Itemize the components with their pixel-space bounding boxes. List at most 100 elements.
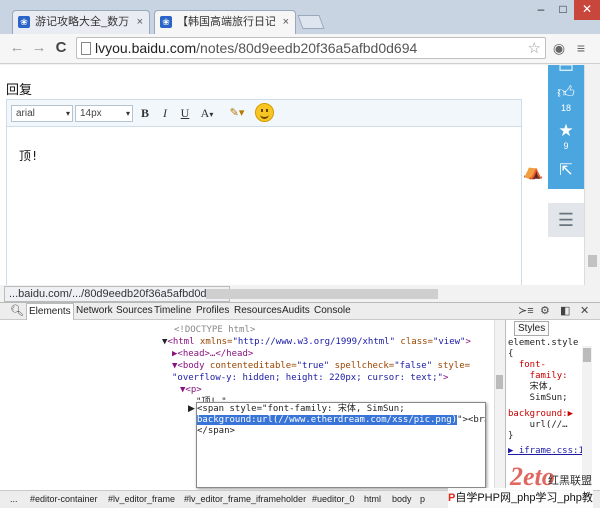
tab-travel-guides[interactable]: ❀ 游记攻略大全_数万精彩旅 × — [12, 10, 150, 34]
browser-window: ❀ 游记攻略大全_数万精彩旅 × ❀ 【韩国高端旅行日记】好 × – □ ✕ ←… — [0, 0, 600, 508]
url-text[interactable]: lvyou.baidu.com/notes/80d9eedb20f36a5afb… — [95, 40, 417, 56]
html-edit-box[interactable]: <span style="font-family: 宋体, SimSun; ba… — [196, 402, 486, 488]
tab-strip: ❀ 游记攻略大全_数万精彩旅 × ❀ 【韩国高端旅行日记】好 × – □ ✕ — [0, 0, 600, 34]
editor-text: 顶! — [19, 149, 39, 163]
scrollbar-thumb[interactable] — [583, 348, 591, 362]
breadcrumb-item[interactable]: body — [392, 491, 412, 507]
style-brace: { — [508, 349, 514, 359]
chevron-down-icon: ▾ — [65, 109, 70, 118]
paw-favicon-icon: ❀ — [160, 16, 172, 28]
breadcrumb-item[interactable]: #lv_editor_frame — [108, 491, 175, 507]
style-prop-background[interactable]: background:▶ — [508, 409, 573, 420]
compass-icon[interactable]: ⛺ — [523, 162, 543, 182]
tab-close-icon[interactable]: × — [283, 11, 289, 33]
dom-line-doctype[interactable]: <!DOCTYPE html> — [174, 325, 255, 336]
horizontal-scrollbar[interactable] — [206, 289, 438, 299]
stylesheet-link[interactable]: ▶ iframe.css:1 — [508, 446, 584, 457]
console-drawer-icon[interactable]: ≻≡ — [518, 304, 534, 318]
breadcrumb-item[interactable]: #lv_editor_frame_iframeholder — [184, 491, 306, 507]
globe-icon[interactable]: ◉ — [550, 39, 568, 57]
chevron-down-icon: ▾ — [125, 109, 130, 118]
style-prop-font[interactable]: font- — [508, 360, 546, 371]
favorite-button[interactable]: ★ 9 — [548, 117, 584, 155]
back-button[interactable]: ← — [8, 38, 26, 58]
close-window-button[interactable]: ✕ — [574, 0, 600, 20]
tab-audits[interactable]: Audits — [282, 303, 310, 320]
dom-line-p[interactable]: ▼<p> — [180, 385, 202, 396]
editor-toolbar: arial ▾ 14px ▾ B I U A▾ ✎▾ — [6, 99, 522, 127]
tab-network[interactable]: Network — [76, 303, 113, 320]
tab-console[interactable]: Console — [314, 303, 351, 320]
tab-styles[interactable]: Styles — [514, 321, 550, 336]
like-button[interactable]: 👍︎ 18 — [548, 79, 584, 117]
tab-korea-travel-diary[interactable]: ❀ 【韩国高端旅行日记】好 × — [154, 10, 296, 34]
style-value[interactable]: 宋体, — [508, 382, 553, 393]
breadcrumb-item[interactable]: #ueditor_0 — [312, 491, 355, 507]
scrollbar-thumb[interactable] — [588, 255, 597, 267]
browser-toolbar: ← → C lvyou.baidu.com/notes/80d9eedb20f3… — [0, 34, 600, 64]
paw-favicon-icon: ❀ — [18, 16, 30, 28]
minimize-button[interactable]: – — [530, 0, 552, 20]
dom-line-html[interactable]: ▼<html xmlns="http://www.w3.org/1999/xht… — [162, 337, 471, 348]
font-color-button[interactable]: A▾ — [199, 105, 215, 122]
breadcrumb-item[interactable]: p — [420, 491, 425, 507]
styles-scrollbar[interactable] — [582, 346, 592, 486]
bold-button[interactable]: B — [137, 105, 153, 122]
forward-button[interactable]: → — [30, 38, 48, 58]
tab-profiles[interactable]: Profiles — [196, 303, 229, 320]
edit-line-span[interactable]: <span style="font-family: 宋体, SimSun; — [197, 404, 405, 415]
emoji-smiley-icon[interactable] — [255, 103, 274, 122]
reply-label: 回复 — [6, 82, 33, 97]
tab-elements[interactable]: Elements — [26, 303, 74, 320]
tab-title: 游记攻略大全_数万精彩旅 — [35, 16, 129, 28]
share-button[interactable]: ⇱ — [548, 155, 584, 187]
style-brace: } — [508, 431, 514, 441]
new-tab-button[interactable] — [297, 15, 325, 29]
scrollbar-thumb[interactable] — [496, 375, 503, 389]
tab-sources[interactable]: Sources — [116, 303, 153, 320]
thumbs-up-icon: 👍︎ — [557, 83, 575, 102]
breadcrumb-item[interactable]: ... — [10, 491, 18, 507]
dom-line-head[interactable]: ▶<head>…</head> — [172, 349, 253, 360]
edit-line-span-close[interactable]: </span> — [197, 426, 235, 437]
close-icon[interactable]: ✕ — [580, 304, 589, 318]
reload-button[interactable]: C — [52, 38, 70, 58]
style-value[interactable]: url(//… — [508, 420, 568, 431]
dom-line-body-style[interactable]: "overflow-y: hidden; height: 220px; curs… — [172, 373, 448, 384]
watermark-brand: 红黑联盟 — [548, 475, 592, 487]
font-family-select[interactable]: arial ▾ — [11, 105, 73, 122]
expand-arrow-icon[interactable]: ▶ — [188, 403, 195, 414]
style-selector: element.style — [508, 338, 579, 348]
font-size-select[interactable]: 14px ▾ — [75, 105, 133, 122]
share-icon: ⇱ — [559, 162, 573, 179]
breadcrumb-item[interactable]: html — [364, 491, 381, 507]
web-page: 回复 arial▾ 14px▾ B I U A▾ ✎▾ 顶! ▭ 👍︎ 18 — [0, 65, 584, 285]
bookmark-star-icon[interactable]: ☆ — [528, 39, 541, 57]
address-bar[interactable]: lvyou.baidu.com/notes/80d9eedb20f36a5afb… — [76, 37, 546, 59]
dock-icon[interactable]: ◧ — [560, 304, 570, 318]
tab-close-icon[interactable]: × — [137, 11, 143, 33]
underline-button[interactable]: U — [177, 105, 193, 122]
highlight-brush-icon[interactable]: ✎▾ — [225, 105, 249, 122]
edit-line-selected[interactable]: background:url(//www.etherdream.com/xss/… — [197, 415, 485, 426]
maximize-button[interactable]: □ — [552, 0, 574, 20]
devtools-tab-bar: 🔍︎ Elements Network Sources Timeline Pro… — [0, 302, 600, 320]
style-value[interactable]: SimSun; — [508, 393, 568, 404]
search-icon[interactable]: 🔍︎ — [10, 304, 24, 318]
menu-icon[interactable]: ≡ — [572, 39, 590, 57]
style-prop-family[interactable]: family: — [508, 371, 568, 382]
page-scrollbar[interactable] — [584, 65, 600, 285]
italic-button[interactable]: I — [157, 105, 173, 122]
tab-resources[interactable]: Resources — [234, 303, 282, 320]
editor-content-area[interactable]: 顶! — [6, 127, 522, 285]
list-menu-button[interactable]: ☰ — [548, 203, 584, 237]
tab-timeline[interactable]: Timeline — [154, 303, 191, 320]
tab-title: 【韩国高端旅行日记】好 — [177, 16, 275, 28]
star-icon: ★ — [558, 121, 574, 140]
gear-icon[interactable]: ⚙ — [540, 304, 550, 318]
breadcrumb-item[interactable]: #editor-container — [30, 491, 98, 507]
page-icon — [81, 42, 91, 55]
dom-scrollbar[interactable] — [494, 320, 504, 490]
status-url-bubble: ...baidu.com/.../80d9eedb20f36a5afbd0d69… — [4, 286, 230, 302]
dom-line-body[interactable]: ▼<body contenteditable="true" spellcheck… — [172, 361, 470, 372]
